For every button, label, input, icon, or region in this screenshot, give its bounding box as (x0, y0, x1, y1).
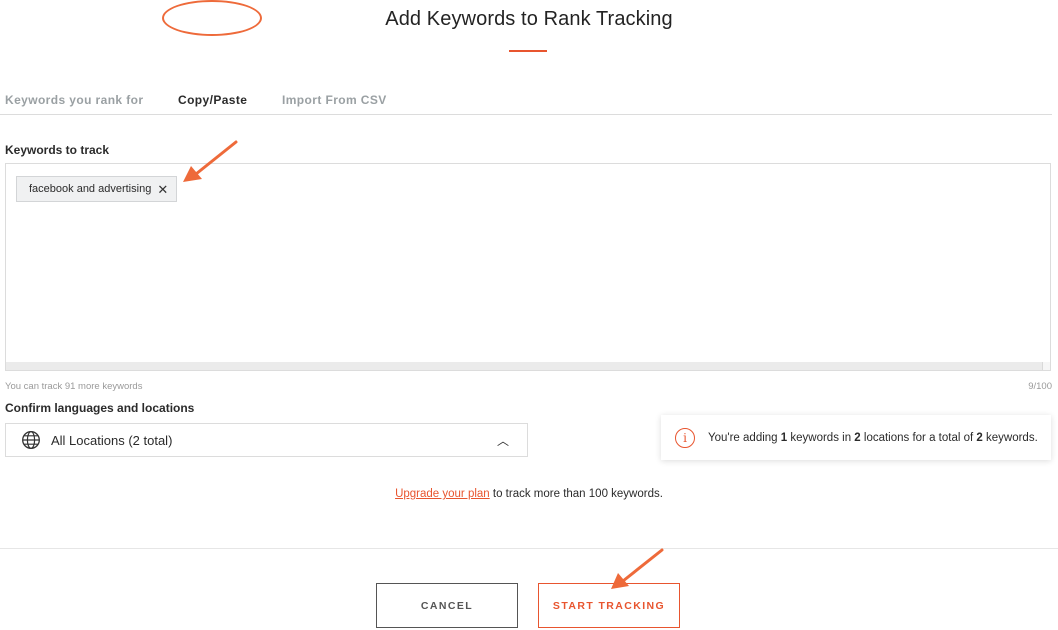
resize-handle[interactable] (1042, 362, 1050, 370)
page-title: Add Keywords to Rank Tracking (385, 8, 673, 30)
close-icon[interactable]: ✕ (157, 183, 168, 196)
tab-keywords-you-rank-for[interactable]: Keywords you rank for (5, 93, 143, 107)
keyword-chip: facebook and advertising ✕ (16, 176, 178, 202)
cancel-button[interactable]: CANCEL (376, 583, 518, 628)
upgrade-text: to track more than 100 keywords. (489, 488, 663, 500)
upgrade-plan-link[interactable]: Upgrade your plan (395, 488, 490, 500)
title-underline (509, 50, 547, 52)
keyword-chip-label: facebook and advertising (29, 183, 152, 195)
location-select-value: All Locations (2 total) (51, 432, 173, 448)
horizontal-scrollbar[interactable] (6, 362, 1050, 370)
tab-copy-paste[interactable]: Copy/Paste (178, 93, 247, 107)
upgrade-notice: Upgrade your plan to track more than 100… (0, 488, 1058, 500)
info-text: You're adding 1 keywords in 2 locations … (708, 431, 1038, 444)
keyword-counter: 9/100 (1028, 381, 1052, 392)
track-hint: You can track 91 more keywords (5, 381, 143, 392)
chevron-up-icon: ︿ (496, 434, 509, 448)
start-tracking-button[interactable]: START TRACKING (538, 583, 680, 628)
info-icon: i (675, 427, 695, 448)
location-select[interactable]: All Locations (2 total) ︿ (5, 423, 528, 457)
annotation-circle (162, 0, 262, 36)
info-summary: i You're adding 1 keywords in 2 location… (661, 415, 1051, 460)
tab-bar: Keywords you rank for Copy/Paste Import … (0, 84, 1052, 115)
keywords-input[interactable]: facebook and advertising ✕ (5, 163, 1051, 371)
keywords-to-track-label: Keywords to track (5, 143, 110, 157)
tab-import-from-csv[interactable]: Import From CSV (282, 93, 387, 107)
footer-divider (0, 548, 1058, 549)
locations-label: Confirm languages and locations (5, 401, 195, 415)
globe-icon (22, 431, 40, 449)
